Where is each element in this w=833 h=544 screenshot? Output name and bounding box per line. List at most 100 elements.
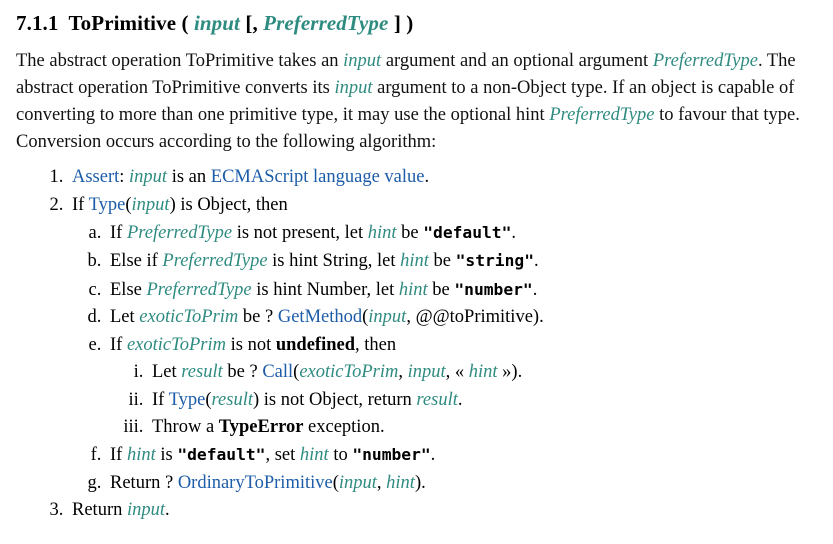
heading-open-paren: ( <box>176 11 189 35</box>
step2f-to: to <box>328 445 353 466</box>
step2a-var-preferredtype: PreferredType <box>126 223 233 244</box>
step2a-if: If <box>110 223 127 244</box>
step2g-return: Return ? <box>110 472 178 493</box>
algorithm-step-3: Return input. <box>68 497 815 524</box>
step2f-var-hint-2: hint <box>299 445 329 466</box>
getmethod-operation-link[interactable]: GetMethod <box>278 307 362 327</box>
step2c-mid: is hint Number, let <box>251 279 399 300</box>
type-operation-link-2[interactable]: Type <box>169 390 206 410</box>
step2b-period: . <box>533 251 539 272</box>
step1-mid: is an <box>167 167 211 188</box>
step2e-not: not <box>247 334 276 355</box>
step2c-var-preferredtype: PreferredType <box>146 279 252 300</box>
step3-return: Return <box>72 500 127 521</box>
ecmascript-language-value-link[interactable]: ECMAScript language value <box>211 167 425 187</box>
step3-var-input: input <box>126 500 166 521</box>
clause-section-number: 7.1.1 <box>16 11 59 35</box>
assert-keyword[interactable]: Assert <box>72 167 119 187</box>
step2-if: If <box>72 194 89 215</box>
step2ei-period: . <box>517 362 523 383</box>
step2f-if: If <box>110 445 127 466</box>
clause-heading: 7.1.1 ToPrimitive ( input [, PreferredTyp… <box>16 10 815 36</box>
step2eii-mid: is not Object, return <box>259 389 417 410</box>
step2eiii-throw: Throw a <box>152 416 219 437</box>
step2d-period: . <box>539 307 544 328</box>
paragraph-text-1: The abstract operation ToPrimitive takes… <box>16 51 344 72</box>
step2eiii-end: exception. <box>303 416 385 437</box>
clause-description-paragraph: The abstract operation ToPrimitive takes… <box>16 48 815 156</box>
step2a-string-literal: "default" <box>423 223 512 243</box>
algorithm-step-2e-ii: If Type(result) is not Object, return re… <box>148 387 815 414</box>
step2f-string-literal-2: "number" <box>352 445 431 465</box>
step2f-var-hint: hint <box>126 445 156 466</box>
step2f-period: . <box>430 445 436 466</box>
step2c-be: be <box>427 279 455 300</box>
step2c-var-hint: hint <box>398 279 428 300</box>
algorithm-step-2c: Else PreferredType is hint Number, let h… <box>106 276 815 304</box>
step3-period: . <box>165 500 170 521</box>
step2a-mid: is not present, let <box>232 223 368 244</box>
step2ei-be: be ? <box>222 362 263 383</box>
step2d-var-exotictoprim: exoticToPrim <box>139 307 239 328</box>
step2e-undefined-keyword: undefined <box>275 334 355 355</box>
heading-param-input: input <box>193 11 240 35</box>
step2ei-guillemet-close: » <box>497 362 512 383</box>
step2e-if: If <box>110 334 127 355</box>
step2ei-var-result: result <box>181 362 223 383</box>
typeerror-keyword: TypeError <box>218 416 304 437</box>
step2c-string-literal: "number" <box>454 279 533 299</box>
paragraph-var-preferredtype-1: PreferredType <box>652 51 758 72</box>
step1-colon: : <box>119 167 130 188</box>
step2d-let: Let <box>110 307 140 328</box>
step2eii-period: . <box>457 389 463 410</box>
algorithm-step-2a: If PreferredType is not present, let hin… <box>106 219 815 247</box>
step2f-is: is <box>155 445 178 466</box>
step2-tail: is Object, then <box>175 194 288 215</box>
algorithm-step-2f: If hint is "default", set hint to "numbe… <box>106 441 815 469</box>
step2d-wellknown-symbol: @@toPrimitive <box>415 307 533 328</box>
heading-close-bracket: ] <box>393 11 401 35</box>
step2-var-input: input <box>131 194 170 215</box>
step1-var-input: input <box>129 167 168 188</box>
step2b-var-hint: hint <box>400 251 429 272</box>
algorithm-substeps-list-2e: Let result be ? Call(exoticToPrim, input… <box>110 359 815 441</box>
step2a-var-hint: hint <box>367 223 397 244</box>
algorithm-step-2e-i: Let result be ? Call(exoticToPrim, input… <box>148 359 815 386</box>
step2ei-var-hint: hint <box>468 362 498 383</box>
paragraph-var-preferredtype-2: PreferredType <box>549 105 655 126</box>
step2ei-var-input: input <box>407 362 446 383</box>
paragraph-var-input-2: input <box>334 78 373 99</box>
algorithm-steps-list: Assert: input is an ECMAScript language … <box>16 164 815 524</box>
step2ei-var-exotictoprim: exoticToPrim <box>299 362 399 383</box>
step2d-comma: , <box>406 307 416 328</box>
step2c-if: Else <box>110 279 147 300</box>
ordinarytoprimitive-operation-link[interactable]: OrdinaryToPrimitive <box>178 473 333 493</box>
step2a-be: be <box>396 223 424 244</box>
call-operation-link[interactable]: Call <box>262 362 293 382</box>
step2f-string-literal-1: "default" <box>177 445 266 465</box>
step2g-period: . <box>421 472 426 493</box>
step2eii-var-result-2: result <box>416 389 458 410</box>
heading-close-paren: ) <box>406 11 414 35</box>
algorithm-substeps-list-2: If PreferredType is not present, let hin… <box>72 219 815 497</box>
step2g-var-input: input <box>338 472 377 493</box>
step2b-mid: is hint String, let <box>267 251 401 272</box>
step1-period: . <box>424 167 430 188</box>
step2d-var-input: input <box>368 307 407 328</box>
spec-clause-page: 7.1.1 ToPrimitive ( input [, PreferredTyp… <box>0 0 833 525</box>
algorithm-step-2b: Else if PreferredType is hint String, le… <box>106 247 815 275</box>
step2g-var-hint: hint <box>386 472 415 493</box>
step2b-if: Else if <box>110 251 163 272</box>
step2ei-guillemet-open: « <box>454 362 469 383</box>
type-operation-link[interactable]: Type <box>89 195 126 215</box>
paragraph-text-2: argument and an optional argument <box>381 51 653 72</box>
algorithm-step-2d: Let exoticToPrim be ? GetMethod(input, @… <box>106 304 815 331</box>
step2eii-if: If <box>152 389 169 410</box>
heading-param-preferredtype: PreferredType <box>263 11 389 35</box>
step2b-string-literal: "string" <box>455 251 534 271</box>
step2b-be: be <box>428 251 456 272</box>
step2f-set: , set <box>265 445 300 466</box>
algorithm-step-1: Assert: input is an ECMAScript language … <box>68 164 815 191</box>
clause-name: ToPrimitive <box>68 11 177 35</box>
heading-comma: , <box>252 11 258 35</box>
